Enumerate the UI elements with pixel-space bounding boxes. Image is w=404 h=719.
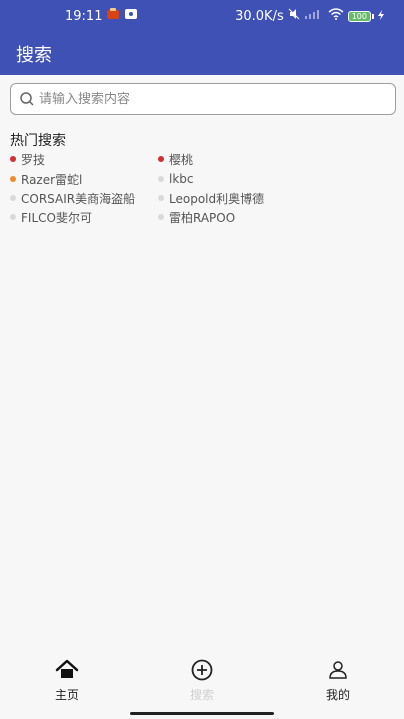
hot-item-rapoo[interactable]: 雷柏RAPOO [158, 208, 235, 226]
hot-item-logitech[interactable]: 罗技 [10, 150, 45, 168]
network-speed: 30.0K/s [235, 8, 284, 24]
status-left: 19:11 [65, 8, 138, 24]
hot-item-label: CORSAIR美商海盗船 [21, 191, 136, 206]
hot-item-label: Leopold利奥博德 [169, 191, 265, 206]
search-input[interactable] [39, 84, 389, 114]
hot-search-title: 热门搜索 [10, 133, 66, 149]
hot-item-label: Razer雷蛇l [21, 172, 83, 187]
rank-dot [10, 214, 16, 220]
nav-search-label: 搜索 [189, 688, 214, 702]
hot-item-cherry[interactable]: 樱桃 [158, 150, 193, 168]
hot-item-ikbc[interactable]: lkbc [158, 170, 194, 188]
status-time: 19:11 [65, 8, 103, 24]
rank-dot [10, 156, 16, 162]
home-indicator [130, 712, 274, 715]
nav-mine-label: 我的 [325, 688, 350, 702]
nav-mine[interactable]: 我的 [298, 658, 378, 702]
message-notification-icon [124, 8, 138, 24]
rank-dot [10, 195, 16, 201]
rank-dot [158, 156, 164, 162]
hot-item-label: 罗技 [21, 152, 46, 167]
page-title: 搜索 [16, 45, 52, 66]
rank-dot [158, 195, 164, 201]
search-box[interactable] [10, 83, 396, 115]
rank-dot [10, 176, 16, 182]
battery-level: 100 [347, 10, 371, 22]
home-icon [55, 658, 79, 682]
hot-item-label: 雷柏RAPOO [169, 210, 236, 225]
rank-dot [158, 214, 164, 220]
hot-item-corsair[interactable]: CORSAIR美商海盗船 [10, 189, 135, 207]
rank-dot [158, 176, 164, 182]
hot-item-label: FILCO斐尔可 [21, 210, 92, 225]
battery-icon: 100 [347, 10, 374, 22]
hot-item-razer[interactable]: Razer雷蛇l [10, 170, 82, 188]
wifi-icon [328, 8, 344, 24]
hot-item-leopold[interactable]: Leopold利奥博德 [158, 189, 264, 207]
status-right: 30.0K/s 100 [235, 8, 384, 24]
mute-icon [288, 8, 300, 24]
charging-icon [378, 9, 384, 24]
app-bar: 搜索 [0, 31, 404, 75]
nav-home-label: 主页 [54, 688, 79, 702]
nav-home[interactable]: 主页 [27, 658, 107, 702]
app-notification-icon [106, 8, 120, 24]
status-bar: 19:11 30.0K/s 100 [0, 0, 404, 31]
search-icon [19, 91, 35, 107]
user-icon [326, 658, 350, 682]
hot-item-label: lkbc [169, 172, 194, 186]
hot-item-label: 樱桃 [169, 152, 194, 167]
nav-search[interactable]: 搜索 [162, 658, 242, 702]
signal-icon [304, 8, 324, 24]
add-circle-icon [190, 658, 214, 682]
bottom-nav: 主页 搜索 我的 [0, 648, 404, 708]
hot-item-filco[interactable]: FILCO斐尔可 [10, 208, 92, 226]
